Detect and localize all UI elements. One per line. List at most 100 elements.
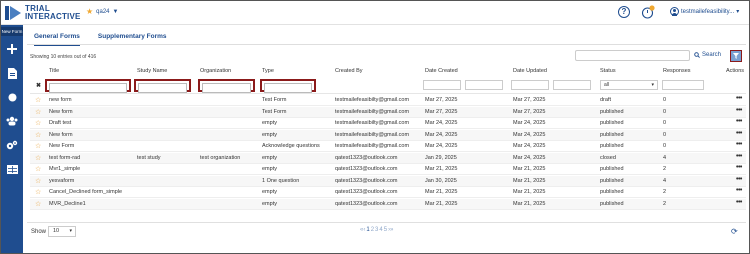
- table-row[interactable]: ☆ Mvr1_simple empty qatest1323@outlook.com M…: [30, 164, 746, 175]
- table-header: Title Study Name Organization Type Creat…: [30, 66, 746, 78]
- cell-status: published: [600, 200, 624, 207]
- favorite-star-icon[interactable]: ☆: [35, 200, 41, 208]
- cell-date-updated: Mar 21, 2025: [513, 200, 546, 207]
- search-button[interactable]: Search: [694, 52, 721, 58]
- table-row[interactable]: ☆ test form-rad test study test organizatio…: [30, 152, 746, 164]
- column-study-name[interactable]: Study Name: [137, 68, 167, 74]
- gears-icon[interactable]: [5, 138, 19, 152]
- filter-button[interactable]: [730, 50, 742, 62]
- column-date-updated[interactable]: Date Updated: [513, 68, 547, 74]
- logo-text[interactable]: TRIAL INTERACTIVE: [25, 5, 81, 21]
- favorite-star-icon[interactable]: ☆: [35, 142, 41, 150]
- table-row[interactable]: ☆ New Form Acknowledge questions testmailef…: [30, 141, 746, 152]
- favorite-star-icon[interactable]: ☆: [35, 119, 41, 127]
- row-actions-menu-icon[interactable]: •••: [736, 130, 742, 137]
- page-5-button[interactable]: 5: [384, 227, 387, 233]
- date-created-to-input[interactable]: [465, 80, 503, 90]
- row-actions-menu-icon[interactable]: •••: [736, 118, 742, 125]
- favorite-star-icon[interactable]: ☆: [35, 131, 41, 139]
- column-status[interactable]: Status: [600, 68, 616, 74]
- status-filter-select[interactable]: all ▾: [600, 80, 658, 90]
- table-row[interactable]: ☆ New form Test Form testmailefeasibilty@gm…: [30, 106, 746, 118]
- cell-title[interactable]: new form: [49, 97, 72, 103]
- plus-icon[interactable]: [5, 42, 19, 56]
- user-menu[interactable]: testmailefeasibility... ▾: [670, 7, 739, 16]
- users-icon[interactable]: [5, 114, 19, 128]
- circle-icon[interactable]: [5, 90, 19, 104]
- clear-filters-icon[interactable]: ✖: [36, 82, 41, 89]
- favorite-star-icon[interactable]: ☆: [35, 165, 41, 173]
- row-actions-menu-icon[interactable]: •••: [736, 141, 742, 148]
- page-2-button[interactable]: 2: [371, 227, 374, 233]
- cell-responses: 0: [663, 108, 667, 115]
- cell-title[interactable]: MVR_Decline1: [49, 201, 86, 207]
- cell-title[interactable]: New Form: [49, 143, 74, 149]
- table-row[interactable]: ☆ Cancel_Declined form_simple empty qatest1…: [30, 187, 746, 198]
- row-actions-menu-icon[interactable]: •••: [736, 153, 742, 160]
- document-icon[interactable]: [5, 66, 19, 80]
- star-icon: ★: [86, 7, 94, 16]
- table-icon[interactable]: [5, 162, 19, 176]
- responses-filter-input[interactable]: [662, 80, 704, 90]
- cell-title[interactable]: test form-rad: [49, 155, 80, 161]
- refresh-icon[interactable]: ⟳: [731, 227, 738, 236]
- date-updated-from-input[interactable]: [511, 80, 549, 90]
- organization-filter-input[interactable]: [198, 79, 255, 93]
- table-row[interactable]: ☆ MVR_Decline1 empty qatest1323@outlook.com…: [30, 198, 746, 210]
- cell-title[interactable]: New form: [49, 109, 73, 115]
- cell-type: empty: [262, 131, 277, 138]
- table-row[interactable]: ☆ yesvaform 1 One question qatest1323@outlo…: [30, 175, 746, 187]
- row-actions-menu-icon[interactable]: •••: [736, 95, 742, 102]
- column-created-by[interactable]: Created By: [335, 68, 363, 74]
- column-type[interactable]: Type: [262, 68, 274, 74]
- timer-icon[interactable]: [641, 5, 655, 19]
- favorite-star-icon[interactable]: ☆: [35, 154, 41, 162]
- row-actions-menu-icon[interactable]: •••: [736, 199, 742, 206]
- favorite-star-icon[interactable]: ☆: [35, 96, 41, 104]
- date-created-from-input[interactable]: [423, 80, 461, 90]
- cell-date-created: Mar 24, 2025: [425, 143, 458, 149]
- table-row[interactable]: ☆ Draft test empty testmailefeasibilty@gmai…: [30, 118, 746, 129]
- type-filter-input[interactable]: [260, 79, 316, 93]
- cell-status: published: [600, 120, 624, 126]
- cell-date-created: Mar 24, 2025: [425, 120, 458, 126]
- column-responses[interactable]: Responses: [663, 68, 691, 74]
- table-row[interactable]: ☆ new form Test Form testmailefeasibilty@gm…: [30, 95, 746, 106]
- pager-next-button[interactable]: ›»: [388, 227, 393, 233]
- column-title[interactable]: Title: [49, 68, 59, 74]
- study-name-filter-input[interactable]: [134, 79, 191, 93]
- cell-title[interactable]: Draft test: [49, 120, 71, 126]
- cell-status: closed: [600, 154, 616, 161]
- cell-responses: 4: [663, 177, 667, 184]
- page-4-button[interactable]: 4: [379, 227, 382, 233]
- cell-title[interactable]: yesvaform: [49, 178, 74, 184]
- cell-created-by: testmailefeasibilty@gmail.com: [335, 120, 410, 126]
- date-updated-to-input[interactable]: [553, 80, 591, 90]
- cell-title[interactable]: New form: [49, 132, 73, 138]
- cell-title[interactable]: Mvr1_simple: [49, 166, 80, 172]
- cell-date-updated: Mar 21, 2025: [513, 166, 546, 172]
- cell-title[interactable]: Cancel_Declined form_simple: [49, 189, 122, 195]
- row-actions-menu-icon[interactable]: •••: [736, 176, 742, 183]
- page-1-button[interactable]: 1: [366, 227, 369, 233]
- page-3-button[interactable]: 3: [375, 227, 378, 233]
- pager-prev-button[interactable]: «‹: [360, 227, 365, 233]
- page-size-select[interactable]: 10 ▾: [48, 226, 76, 237]
- chevron-down-icon: ▼: [112, 8, 119, 15]
- search-input[interactable]: [575, 50, 690, 61]
- row-actions-menu-icon[interactable]: •••: [736, 164, 742, 171]
- column-date-created[interactable]: Date Created: [425, 68, 458, 74]
- table-row[interactable]: ☆ New form empty testmailefeasibilty@gmail.…: [30, 129, 746, 141]
- search-icon: [694, 52, 700, 58]
- favorite-star-icon[interactable]: ☆: [35, 177, 41, 185]
- cell-responses: 4: [663, 154, 667, 161]
- trial-interactive-logo-icon[interactable]: [4, 4, 24, 22]
- project-selector[interactable]: ★ qa24 ▼: [86, 7, 118, 16]
- title-filter-input[interactable]: [45, 79, 131, 93]
- favorite-star-icon[interactable]: ☆: [35, 188, 41, 196]
- help-icon[interactable]: ?: [618, 6, 630, 18]
- row-actions-menu-icon[interactable]: •••: [736, 187, 742, 194]
- favorite-star-icon[interactable]: ☆: [35, 108, 41, 116]
- column-organization[interactable]: Organization: [200, 68, 231, 74]
- row-actions-menu-icon[interactable]: •••: [736, 107, 742, 114]
